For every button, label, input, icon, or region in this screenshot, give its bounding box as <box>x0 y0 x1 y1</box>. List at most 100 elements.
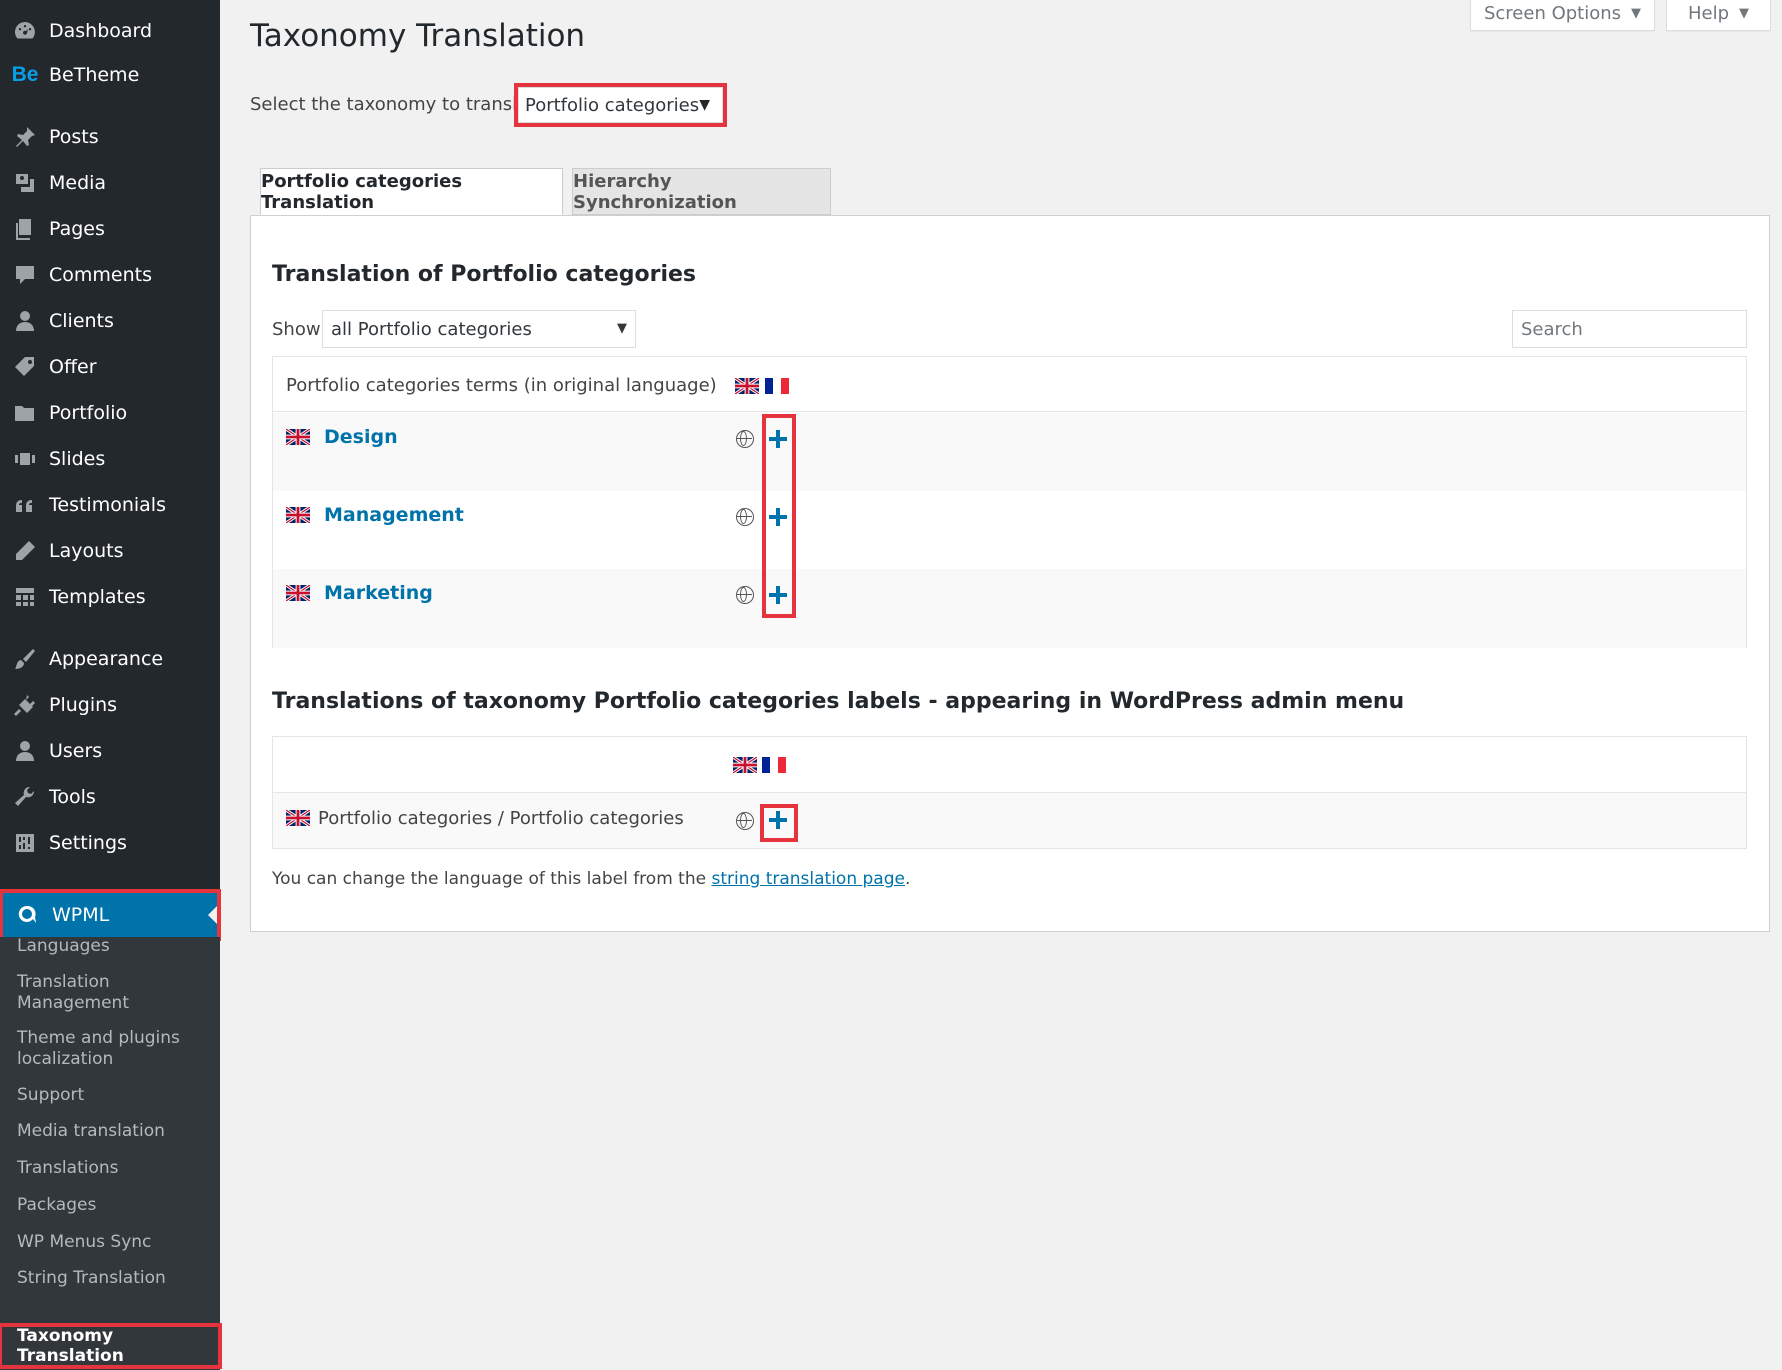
folder-icon <box>12 400 38 426</box>
pages-icon <box>12 216 38 242</box>
uk-flag-icon <box>286 585 310 601</box>
sidebar-item-label: Templates <box>49 586 146 608</box>
term-link-management[interactable]: Management <box>324 504 464 526</box>
sidebar-item-wpml[interactable]: WPML <box>0 889 221 941</box>
fr-flag-icon <box>765 378 789 394</box>
sidebar-item-betheme[interactable]: Be BeTheme <box>0 52 220 98</box>
submenu-item-translations[interactable]: Translations <box>17 1158 217 1179</box>
sidebar-item-testimonials[interactable]: Testimonials <box>0 482 220 528</box>
sidebar-item-label: Offer <box>49 356 97 378</box>
labels-heading: Translations of taxonomy Portfolio categ… <box>272 689 1405 714</box>
submenu-item-media-translation[interactable]: Media translation <box>17 1121 217 1142</box>
sidebar-item-tools[interactable]: Tools <box>0 774 220 820</box>
submenu-item-taxonomy-translation[interactable]: Taxonomy Translation <box>0 1323 222 1369</box>
sidebar-item-label: Layouts <box>49 540 124 562</box>
dashboard-icon <box>12 18 38 44</box>
translation-heading: Translation of Portfolio categories <box>272 262 697 287</box>
sidebar-item-label: WPML <box>52 904 110 926</box>
submenu-item-translation-management[interactable]: Translation Management <box>17 972 217 1014</box>
wpml-icon <box>14 902 40 928</box>
submenu-item-support[interactable]: Support <box>17 1085 217 1106</box>
uk-flag-icon <box>286 429 310 445</box>
terms-table <box>272 356 1747 648</box>
sidebar-item-portfolio[interactable]: Portfolio <box>0 390 220 436</box>
submenu-item-languages[interactable]: Languages <box>17 936 217 957</box>
sidebar-item-label: Tools <box>49 786 96 808</box>
sidebar-item-plugins[interactable]: Plugins <box>0 682 220 728</box>
sidebar-item-slides[interactable]: Slides <box>0 436 220 482</box>
sidebar-item-label: Portfolio <box>49 402 128 424</box>
uk-flag-icon <box>733 757 757 773</box>
sidebar-item-posts[interactable]: Posts <box>0 114 220 160</box>
sidebar-item-label: Testimonials <box>49 494 166 516</box>
page-title: Taxonomy Translation <box>250 18 586 54</box>
term-link-design[interactable]: Design <box>324 426 398 448</box>
help-button[interactable]: Help ▼ <box>1666 0 1771 31</box>
table-row <box>273 413 1746 491</box>
string-translation-link[interactable]: string translation page <box>711 869 904 889</box>
screen-options-button[interactable]: Screen Options ▼ <box>1470 0 1655 31</box>
table-row <box>273 569 1746 648</box>
pin-icon <box>12 124 38 150</box>
uk-flag-icon <box>286 507 310 523</box>
globe-icon[interactable] <box>736 508 754 526</box>
uk-flag-icon <box>286 810 310 826</box>
search-input[interactable] <box>1512 310 1747 348</box>
submenu-item-packages[interactable]: Packages <box>17 1195 217 1216</box>
quote-icon <box>12 492 38 518</box>
sidebar-item-clients[interactable]: Clients <box>0 298 220 344</box>
globe-icon[interactable] <box>736 812 754 830</box>
globe-icon[interactable] <box>736 586 754 604</box>
wrench-icon <box>12 784 38 810</box>
comment-icon <box>12 262 38 288</box>
taxonomy-select-value: Portfolio categories <box>525 94 700 116</box>
term-link-marketing[interactable]: Marketing <box>324 582 433 604</box>
note-prefix: You can change the language of this labe… <box>272 869 707 889</box>
taxonomy-select[interactable]: Portfolio categories ▼ <box>514 83 727 127</box>
plug-icon <box>12 692 38 718</box>
highlight-box <box>760 804 798 842</box>
terms-header-label: Portfolio categories terms (in original … <box>286 375 717 396</box>
highlight-box <box>762 414 796 618</box>
sidebar-item-dashboard[interactable]: Dashboard <box>0 8 220 54</box>
caret-down-icon: ▼ <box>699 97 710 113</box>
settings-icon <box>12 830 38 856</box>
note-suffix: . <box>904 869 911 889</box>
sidebar-item-label: Posts <box>49 126 99 148</box>
person-icon <box>12 308 38 334</box>
globe-icon[interactable] <box>736 430 754 448</box>
caret-down-icon: ▼ <box>1739 5 1750 21</box>
current-menu-arrow <box>208 906 217 924</box>
show-filter-select[interactable]: all Portfolio categories ▼ <box>322 310 636 348</box>
sidebar-item-offer[interactable]: Offer <box>0 344 220 390</box>
sidebar-item-settings[interactable]: Settings <box>0 820 220 866</box>
brush-icon <box>12 646 38 672</box>
sidebar-item-media[interactable]: Media <box>0 160 220 206</box>
sidebar-item-pages[interactable]: Pages <box>0 206 220 252</box>
slides-icon <box>12 446 38 472</box>
sidebar-item-appearance[interactable]: Appearance <box>0 636 220 682</box>
sidebar-item-comments[interactable]: Comments <box>0 252 220 298</box>
submenu-item-theme-plugins-localization[interactable]: Theme and plugins localization <box>17 1028 217 1070</box>
tag-icon <box>12 354 38 380</box>
pencil-icon <box>12 538 38 564</box>
string-translation-note: You can change the language of this labe… <box>272 869 910 889</box>
submenu-item-wp-menus-sync[interactable]: WP Menus Sync <box>17 1232 217 1253</box>
labels-table-header <box>273 737 1746 793</box>
sidebar-item-label: Dashboard <box>49 20 153 42</box>
labels-table <box>272 736 1747 849</box>
sidebar-item-label: Plugins <box>49 694 118 716</box>
sidebar-item-label: Clients <box>49 310 114 332</box>
sidebar-item-label: Pages <box>49 218 105 240</box>
help-label: Help <box>1687 2 1730 24</box>
submenu-item-string-translation[interactable]: String Translation <box>17 1268 217 1289</box>
sidebar-item-label: Users <box>49 740 103 762</box>
sidebar-item-label: Appearance <box>49 648 164 670</box>
tab-portfolio-categories-translation[interactable]: Portfolio categories Translation <box>260 168 563 215</box>
sidebar-item-templates[interactable]: Templates <box>0 574 220 620</box>
caret-down-icon: ▼ <box>1631 5 1642 21</box>
sidebar-item-layouts[interactable]: Layouts <box>0 528 220 574</box>
sidebar-item-users[interactable]: Users <box>0 728 220 774</box>
sidebar-item-label: Media <box>49 172 107 194</box>
tab-hierarchy-synchronization[interactable]: Hierarchy Synchronization <box>572 168 831 215</box>
